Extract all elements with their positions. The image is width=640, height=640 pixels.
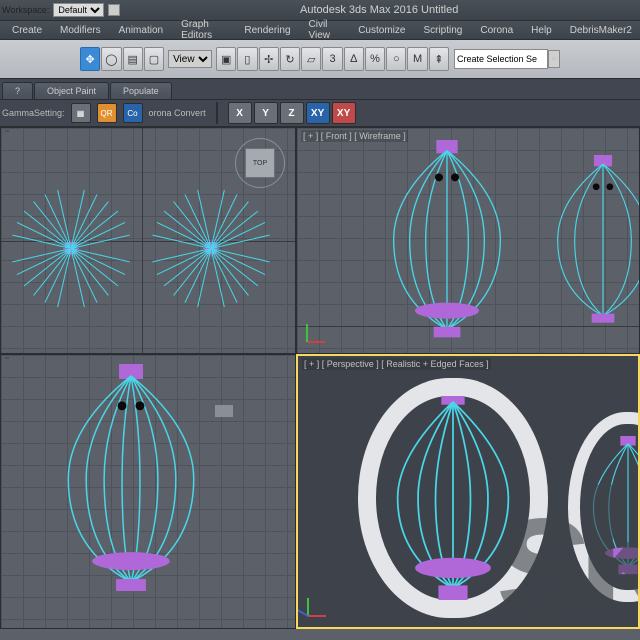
menu-customize[interactable]: Customize xyxy=(350,23,413,38)
menu-create[interactable]: Create xyxy=(4,23,50,38)
top-object-1[interactable] xyxy=(11,188,131,308)
persp-object-2[interactable] xyxy=(568,412,640,602)
rotate-icon[interactable]: ↻ xyxy=(280,47,300,71)
menu-rendering[interactable]: Rendering xyxy=(236,23,298,38)
tab-populate[interactable]: Populate xyxy=(110,82,172,99)
axis-z-button[interactable]: Z xyxy=(280,102,304,124)
main-toolbar: ✥ ◯ ▤ ▢ View ▣ ▯ ✢ ↻ ▱ 3 ∆ % ○ M ⇞ ▾ xyxy=(0,40,640,79)
tool-a-icon[interactable]: ▣ xyxy=(216,47,236,71)
named-view-dropdown[interactable]: View xyxy=(168,50,212,68)
menu-civil-view[interactable]: Civil View xyxy=(301,17,349,43)
window-crossing-icon[interactable]: ▢ xyxy=(144,47,164,71)
axis-gizmo xyxy=(303,317,333,347)
gamma-icon[interactable]: ▦ xyxy=(71,103,91,123)
selection-set-input[interactable] xyxy=(454,49,548,69)
axis-x-button[interactable]: X xyxy=(228,102,252,124)
viewport-perspective-label[interactable]: [ + ] [ Perspective ] [ Realistic + Edge… xyxy=(302,358,491,370)
qr-icon[interactable]: QR xyxy=(97,103,117,123)
top-object-2[interactable] xyxy=(151,188,271,308)
move-icon[interactable]: ✢ xyxy=(259,47,279,71)
menu-corona[interactable]: Corona xyxy=(472,23,521,38)
spinner-snap-icon[interactable]: ○ xyxy=(386,47,406,71)
menu-modifiers[interactable]: Modifiers xyxy=(52,23,109,38)
num-icon[interactable]: 3 xyxy=(322,47,342,71)
selection-set-dropdown-icon[interactable]: ▾ xyxy=(548,50,560,68)
app-title: Autodesk 3ds Max 2016 Untitled xyxy=(120,4,638,16)
workspace-label: Workspace: xyxy=(2,5,49,15)
angle-snap-icon[interactable]: ∆ xyxy=(344,47,364,71)
menu-animation[interactable]: Animation xyxy=(111,23,171,38)
corona-convert-icon[interactable]: Co xyxy=(123,103,143,123)
tool-b-icon[interactable]: ▯ xyxy=(237,47,257,71)
menu-scripting[interactable]: Scripting xyxy=(415,23,470,38)
menu-help[interactable]: Help xyxy=(523,23,560,38)
align-icon[interactable]: ⇞ xyxy=(429,47,449,71)
workspace-toggle-icon[interactable] xyxy=(108,4,120,16)
gamma-label: GammaSetting: xyxy=(2,108,65,118)
viewport-area: TOP [ + ] [ Front ] [ Wireframe ] xyxy=(0,127,640,629)
home-icon[interactable] xyxy=(215,405,233,417)
lasso-icon[interactable]: ◯ xyxy=(101,47,121,71)
menu-bar: Create Modifiers Animation Graph Editors… xyxy=(0,21,640,40)
left-object-1[interactable] xyxy=(53,367,210,591)
viewport-perspective[interactable]: [ + ] [ Perspective ] [ Realistic + Edge… xyxy=(296,354,640,629)
front-object-2[interactable] xyxy=(544,155,640,325)
viewport-top-label[interactable] xyxy=(5,130,9,132)
menu-graph-editors[interactable]: Graph Editors xyxy=(173,17,234,43)
corona-convert-label: orona Convert xyxy=(149,108,206,118)
select-move-icon[interactable]: ✥ xyxy=(80,47,100,71)
mirror-icon[interactable]: M xyxy=(407,47,427,71)
workspace-dropdown[interactable]: Default xyxy=(53,3,104,17)
toolbar-divider xyxy=(216,102,218,124)
viewcube[interactable]: TOP xyxy=(235,138,285,188)
paint-icon[interactable]: ▤ xyxy=(123,47,143,71)
axis-fx-button[interactable]: XY xyxy=(332,102,356,124)
axis-gizmo xyxy=(304,591,334,621)
scale-icon[interactable]: ▱ xyxy=(301,47,321,71)
percent-snap-icon[interactable]: % xyxy=(365,47,385,71)
tab-modeling[interactable]: ? xyxy=(2,82,33,99)
menu-debrismaker2[interactable]: DebrisMaker2 xyxy=(562,23,640,38)
viewport-top[interactable]: TOP xyxy=(0,127,296,354)
tab-object-paint[interactable]: Object Paint xyxy=(34,82,109,99)
front-object-1[interactable] xyxy=(377,140,517,340)
ribbon-tabs: ? Object Paint Populate xyxy=(0,79,640,100)
viewport-front[interactable]: [ + ] [ Front ] [ Wireframe ] xyxy=(296,127,640,354)
axis-xy-button[interactable]: XY xyxy=(306,102,330,124)
viewport-left-label[interactable] xyxy=(5,357,9,359)
script-toolbar: GammaSetting: ▦ QR Co orona Convert X Y … xyxy=(0,100,640,127)
workspace-selector[interactable]: Workspace: Default xyxy=(2,3,120,17)
viewport-left[interactable] xyxy=(0,354,296,629)
axis-y-button[interactable]: Y xyxy=(254,102,278,124)
persp-object-1[interactable] xyxy=(358,378,548,618)
viewport-front-label[interactable]: [ + ] [ Front ] [ Wireframe ] xyxy=(301,130,408,142)
